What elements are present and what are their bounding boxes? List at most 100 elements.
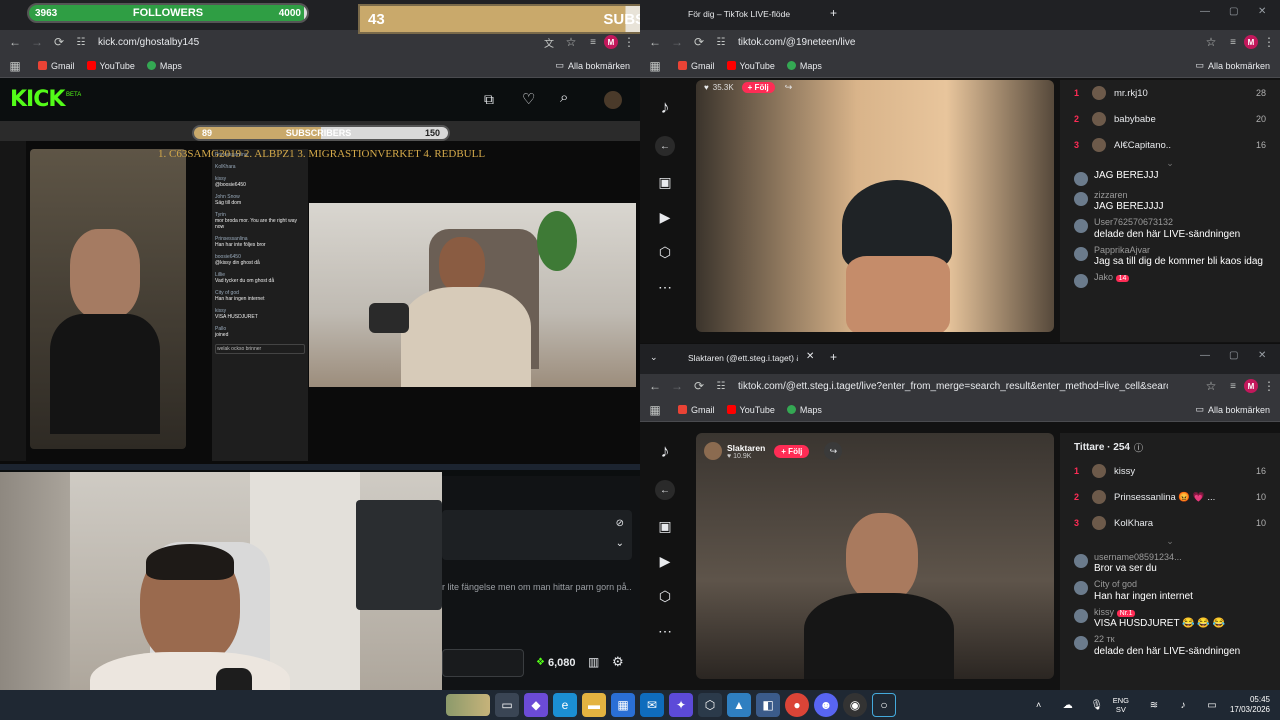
clock[interactable]: 05:45 17/03/2026 [1230, 695, 1270, 716]
wifi-icon[interactable]: ≋ [1142, 693, 1166, 717]
chat-username[interactable]: zizzaren [1094, 190, 1128, 200]
user-avatar[interactable] [1074, 274, 1088, 289]
profile-avatar[interactable]: M [1244, 35, 1258, 49]
chevron-down-icon[interactable]: ⌄ [616, 538, 624, 549]
site-info-icon[interactable]: ☷ [710, 37, 732, 48]
bookmark-maps[interactable]: Maps [146, 61, 182, 71]
playlist-icon[interactable]: ≡ [582, 37, 604, 48]
follow-button[interactable]: + Följ [774, 444, 810, 458]
new-tab-button[interactable]: + [830, 350, 837, 364]
menu-icon[interactable]: ⋮ [618, 35, 640, 49]
store-icon[interactable]: ▥ [588, 655, 599, 669]
back-icon[interactable]: ← [644, 35, 666, 49]
bookmark-youtube[interactable]: YouTube [726, 405, 775, 415]
settings-gear-icon[interactable]: ⚙ [612, 654, 624, 670]
taskbar-widget[interactable] [446, 694, 490, 716]
video-camera-icon[interactable]: ▶ [660, 209, 671, 226]
minimize-icon[interactable]: — [1200, 6, 1210, 17]
bookmark-maps[interactable]: Maps [786, 61, 822, 71]
maximize-icon[interactable]: ▢ [1229, 6, 1238, 17]
reload-icon[interactable]: ⟳ [688, 379, 710, 393]
tiktok-logo-icon[interactable]: ♪ [661, 441, 670, 462]
forward-icon[interactable]: → [26, 35, 48, 49]
reload-icon[interactable]: ⟳ [48, 35, 70, 49]
all-bookmarks[interactable]: ▭ Alla bokmärken [555, 60, 630, 71]
chat-input[interactable] [442, 649, 524, 677]
playlist-icon[interactable]: ≡ [1222, 381, 1244, 392]
explore-icon[interactable]: ⬡ [659, 588, 671, 605]
edge-icon[interactable]: e [553, 693, 577, 717]
user-avatar[interactable] [1074, 636, 1088, 651]
bookmark-star-icon[interactable]: ☆ [1200, 35, 1222, 49]
bookmark-gmail[interactable]: Gmail [678, 405, 715, 415]
user-avatar[interactable] [1074, 172, 1088, 186]
all-bookmarks[interactable]: ▭ Alla bokmärken [1195, 60, 1270, 71]
site-info-icon[interactable]: ☷ [70, 37, 92, 48]
language-indicator[interactable]: ENG SV [1113, 696, 1129, 714]
live-tv-icon[interactable]: ▣ [658, 174, 671, 191]
user-avatar[interactable] [1074, 554, 1088, 568]
share-icon[interactable]: ↪ [785, 82, 793, 93]
app-icon[interactable]: ✦ [669, 693, 693, 717]
bookmark-maps[interactable]: Maps [786, 405, 822, 415]
playlist-icon[interactable]: ≡ [1222, 37, 1244, 48]
bookmark-gmail[interactable]: Gmail [678, 61, 715, 71]
chat-username[interactable]: PapprikaAjvar [1094, 245, 1150, 255]
bookmark-star-icon[interactable]: ☆ [1200, 379, 1222, 393]
translate-icon[interactable]: 文 [538, 35, 560, 50]
share-icon[interactable]: ↪ [824, 442, 843, 460]
browse-icon[interactable]: ⧉ [484, 91, 494, 108]
obs-icon[interactable]: ◉ [843, 693, 867, 717]
store-icon[interactable]: ▦ [611, 693, 635, 717]
search-icon[interactable]: ⌕ [560, 89, 568, 106]
apps-grid-icon[interactable]: ▦ [644, 59, 666, 73]
close-icon[interactable]: ✕ [1258, 6, 1266, 17]
forward-icon[interactable]: → [666, 379, 688, 393]
chat-username[interactable]: username08591234... [1094, 552, 1182, 562]
menu-icon[interactable]: ⋮ [1258, 35, 1280, 49]
chevron-down-icon[interactable]: ⌄ [650, 352, 658, 363]
profile-avatar[interactable]: M [1244, 379, 1258, 393]
tiktok-logo-icon[interactable]: ♪ [661, 97, 670, 118]
user-avatar[interactable] [1074, 219, 1088, 234]
close-icon[interactable]: ✕ [1258, 350, 1266, 361]
favorites-heart-icon[interactable]: ♡ [522, 90, 535, 108]
copilot-icon[interactable]: ◆ [524, 693, 548, 717]
user-avatar[interactable] [604, 91, 622, 109]
more-icon[interactable]: ⋯ [658, 623, 672, 640]
info-icon[interactable]: ⓘ [1134, 441, 1143, 454]
url-field[interactable]: tiktok.com/@ett.steg.i.taget/live?enter_… [738, 381, 1168, 392]
back-icon[interactable]: ← [4, 35, 26, 49]
profile-avatar[interactable]: M [604, 35, 618, 49]
new-tab-button[interactable]: + [830, 6, 837, 20]
explore-icon[interactable]: ⬡ [659, 244, 671, 261]
chat-username[interactable]: City of god [1094, 579, 1137, 589]
vscode-icon[interactable]: ⬡ [698, 693, 722, 717]
mini-chat-input[interactable]: welak ockso brinner [215, 344, 305, 354]
back-icon[interactable]: ← [644, 379, 666, 393]
battery-icon[interactable]: ▭ [1200, 693, 1224, 717]
bookmark-gmail[interactable]: Gmail [38, 61, 75, 71]
back-arrow-icon[interactable]: ← [655, 480, 675, 500]
photos-icon[interactable]: ▲ [727, 693, 751, 717]
chrome-icon[interactable]: ● [785, 693, 809, 717]
microphone-icon[interactable]: 🎙 [1085, 693, 1109, 717]
volume-icon[interactable]: ♪ [1171, 693, 1195, 717]
url-field[interactable]: kick.com/ghostalby145 [98, 37, 199, 48]
follow-button[interactable]: + Följ [741, 81, 775, 93]
video-camera-icon[interactable]: ▶ [660, 553, 671, 570]
app-icon[interactable]: ◧ [756, 693, 780, 717]
apps-grid-icon[interactable]: ▦ [4, 59, 26, 73]
kick-logo[interactable]: KICK [10, 87, 65, 112]
hide-icon[interactable]: ⊘ [616, 518, 624, 529]
host-avatar[interactable] [704, 442, 722, 460]
chevron-down-icon[interactable]: ⌄ [1060, 536, 1280, 550]
ranking-row[interactable]: 1 kissy 16 [1060, 458, 1280, 484]
user-avatar[interactable] [1074, 246, 1088, 261]
maximize-icon[interactable]: ▢ [1229, 350, 1238, 361]
user-avatar[interactable] [1074, 581, 1088, 596]
tab-title[interactable]: För dig – TikTok LIVE-flöde [688, 9, 790, 19]
ranking-row[interactable]: 3 Al€Capitano.. 16 [1060, 132, 1280, 158]
bookmark-star-icon[interactable]: ☆ [560, 35, 582, 49]
app-icon[interactable]: ○ [872, 693, 896, 717]
